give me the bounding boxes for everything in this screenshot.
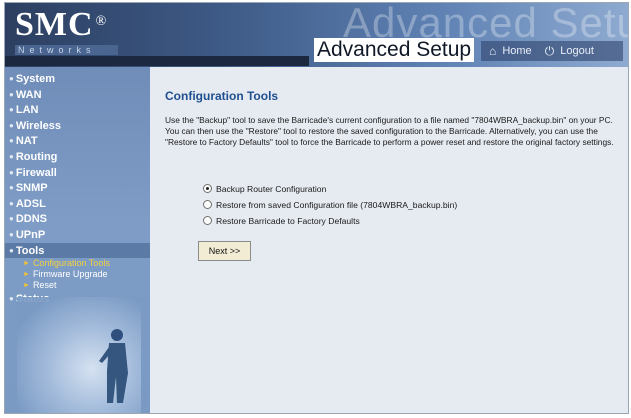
bullet-icon: ●	[9, 198, 14, 208]
sidebar-item-nat[interactable]: ● NAT	[5, 133, 150, 149]
subnav-label: Configuration Tools	[32, 258, 110, 269]
option-label: Restore Barricade to Factory Defaults	[216, 216, 360, 226]
main-content: Configuration Tools Use the "Backup" too…	[150, 67, 628, 413]
smc-logo: SMC ®	[15, 8, 107, 42]
bullet-icon: ●	[9, 214, 14, 224]
sidebar-item-tools[interactable]: ● Tools	[5, 242, 150, 259]
sidebar-item-lan[interactable]: ● LAN	[5, 102, 150, 118]
option-factory-defaults[interactable]: Restore Barricade to Factory Defaults	[203, 213, 457, 229]
header: Advanced Setup SMC® Networks Advanced Se…	[5, 3, 628, 67]
sidebar-item-snmp[interactable]: ● SNMP	[5, 180, 150, 196]
router-window: Advanced Setup SMC® Networks Advanced Se…	[4, 2, 629, 414]
sidebar-nav: ● System ● WAN ● LAN ● Wireless ● NAT ● Routin…	[5, 67, 150, 413]
subnav-reset[interactable]: ► Reset	[5, 280, 150, 291]
arrow-icon: ►	[23, 282, 30, 290]
bullet-icon: ●	[9, 89, 14, 99]
arrow-icon: ►	[23, 260, 30, 268]
sidebar-item-ddns[interactable]: ● DDNS	[5, 211, 150, 227]
page-header-title: Advanced Setup	[314, 38, 475, 62]
radio-factory-defaults[interactable]	[203, 216, 212, 225]
sidebar-item-label: Routing	[15, 150, 58, 163]
sidebar-item-label: System	[15, 73, 55, 85]
bullet-icon: ●	[9, 105, 14, 115]
home-icon[interactable]: ⌂	[489, 41, 496, 61]
power-icon[interactable]: ⏻	[545, 41, 555, 61]
arrow-icon: ►	[23, 271, 30, 279]
bullet-icon: ●	[9, 294, 14, 304]
sidebar-item-label: Tools	[15, 244, 45, 257]
sidebar-item-upnp[interactable]: ● UPnP	[5, 227, 150, 243]
logo-subtitle: Networks	[15, 45, 118, 55]
subnav-label: Firmware Upgrade	[32, 269, 108, 280]
header-links: ⌂ Home ⏻ Logout	[481, 41, 623, 61]
option-restore[interactable]: Restore from saved Configuration file (7…	[203, 197, 457, 213]
logout-link[interactable]: Logout	[560, 41, 594, 61]
sidebar-item-label: WAN	[15, 88, 42, 101]
description-text: Use the "Backup" tool to save the Barric…	[165, 115, 614, 148]
home-link[interactable]: Home	[502, 41, 531, 61]
sidebar-item-label: ADSL	[15, 197, 46, 210]
logo-text: SMC	[15, 6, 94, 43]
radio-restore[interactable]	[203, 200, 212, 209]
sidebar-item-label: UPnP	[15, 228, 46, 241]
bullet-icon: ●	[9, 183, 14, 193]
sidebar-item-label: Firewall	[15, 166, 57, 179]
bullet-icon: ●	[9, 167, 14, 177]
sidebar-item-label: DDNS	[15, 213, 48, 226]
bullet-icon: ●	[9, 74, 14, 83]
sidebar-item-firewall[interactable]: ● Firewall	[5, 165, 150, 181]
sidebar-item-routing[interactable]: ● Routing	[5, 149, 150, 165]
bullet-icon: ●	[9, 245, 14, 255]
bullet-icon: ●	[9, 136, 14, 146]
person-silhouette-icon	[99, 329, 128, 403]
subnav-firmware-upgrade[interactable]: ► Firmware Upgrade	[5, 269, 150, 280]
next-button[interactable]: Next >>	[198, 241, 251, 261]
option-backup[interactable]: Backup Router Configuration	[203, 181, 457, 197]
bullet-icon: ●	[9, 151, 14, 161]
option-label: Backup Router Configuration	[216, 184, 327, 194]
radio-backup[interactable]	[203, 184, 212, 193]
sidebar-item-label: SNMP	[15, 182, 48, 195]
sidebar-item-adsl[interactable]: ● ADSL	[5, 196, 150, 212]
sidebar-item-label: LAN	[15, 104, 39, 117]
sidebar-item-label: NAT	[15, 135, 38, 148]
subnav-label: Reset	[32, 280, 57, 291]
registered-mark: ®	[95, 14, 108, 29]
sidebar-item-label: Wireless	[15, 119, 61, 132]
bullet-icon: ●	[9, 229, 14, 239]
sidebar-item-wan[interactable]: ● WAN	[5, 87, 150, 103]
subnav-configuration-tools[interactable]: ► Configuration Tools	[5, 258, 150, 269]
page-title: Configuration Tools	[165, 89, 279, 103]
option-label: Restore from saved Configuration file (7…	[216, 200, 458, 210]
bullet-icon: ●	[9, 120, 14, 130]
title-underline-bar	[5, 56, 309, 66]
config-options: Backup Router Configuration Restore from…	[203, 181, 457, 229]
sidebar-item-system[interactable]: ● System	[5, 71, 150, 87]
sidebar-item-wireless[interactable]: ● Wireless	[5, 118, 150, 134]
